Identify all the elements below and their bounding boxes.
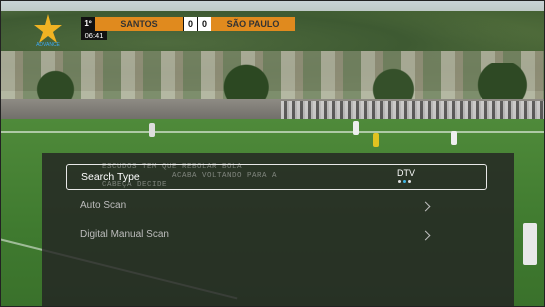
search-type-value: DTV	[397, 168, 415, 178]
player	[523, 223, 537, 265]
away-team: SÃO PAULO	[211, 17, 295, 31]
page-dot	[408, 180, 411, 183]
player	[451, 131, 457, 145]
chevron-right-icon	[420, 230, 431, 241]
page-dot	[398, 180, 401, 183]
home-team: SANTOS	[95, 17, 183, 31]
channel-search-menu: ESCUDOS TEM QUE REBOLAR BOLA ACABA VOLTA…	[42, 153, 514, 306]
menu-item-digital-manual-scan[interactable]: Digital Manual Scan	[66, 223, 488, 247]
match-period: 1º	[81, 17, 95, 31]
chevron-right-icon	[420, 201, 431, 212]
away-score: 0	[197, 17, 211, 31]
svg-text:ADVANCE: ADVANCE	[36, 42, 60, 47]
menu-item-label: Auto Scan	[80, 200, 127, 211]
player	[149, 123, 155, 137]
menu-item-label: Digital Manual Scan	[80, 229, 169, 240]
stadium-crowd	[281, 101, 544, 119]
tv-screen: ADVANCE 1º SANTOS 0 0 SÃO PAULO 06:41 ES…	[0, 0, 545, 307]
player	[353, 121, 359, 135]
page-dot-active	[403, 180, 406, 183]
menu-item-label: Search Type	[81, 171, 140, 183]
match-clock: 06:41	[81, 31, 107, 40]
pitch-line	[1, 131, 544, 133]
menu-item-search-type[interactable]: Search Type DTV	[66, 164, 487, 190]
page-dots-icon	[398, 180, 411, 183]
player	[373, 133, 379, 147]
home-score: 0	[183, 17, 197, 31]
score-bug: 1º SANTOS 0 0 SÃO PAULO	[81, 17, 295, 31]
menu-item-auto-scan[interactable]: Auto Scan	[66, 194, 488, 218]
channel-logo-icon: ADVANCE	[34, 14, 62, 47]
